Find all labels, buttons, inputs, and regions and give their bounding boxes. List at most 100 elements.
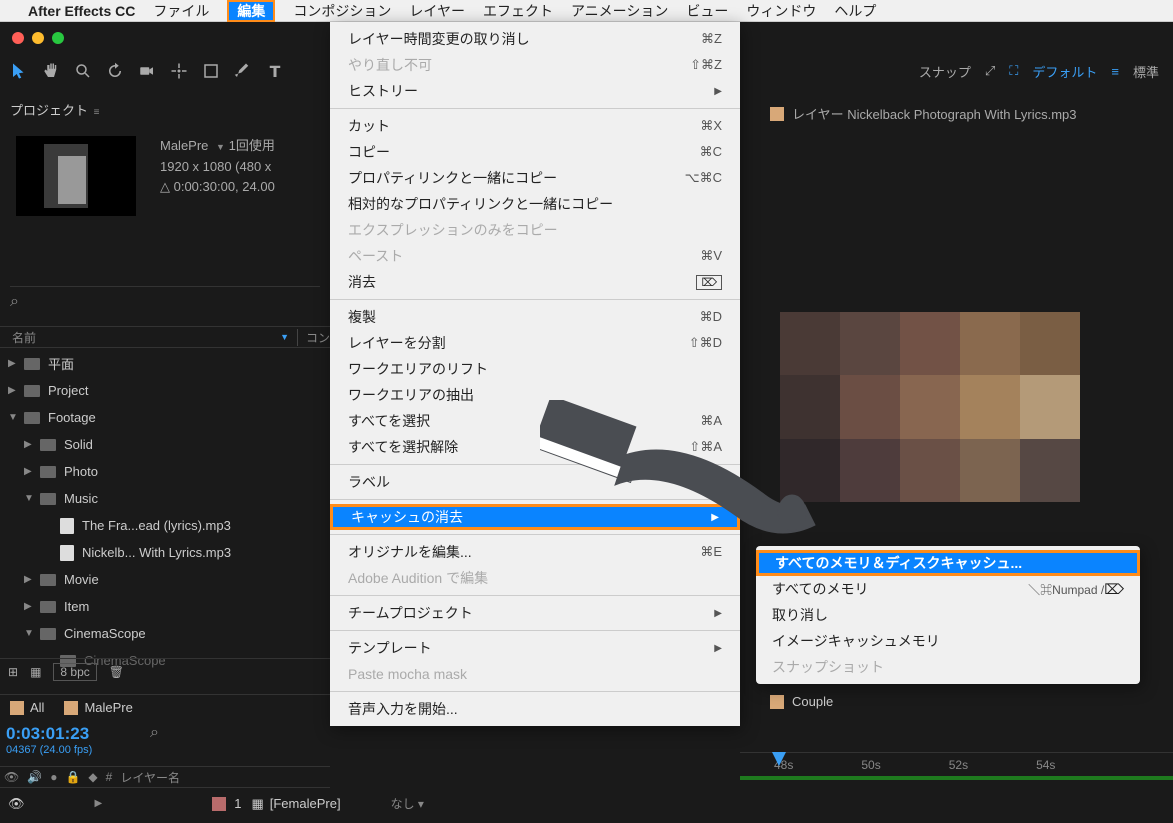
folder-item[interactable]: ▶Solid [0, 431, 330, 458]
menu-item[interactable]: ワークエリアの抽出 [330, 382, 740, 408]
folder-item[interactable]: ▼Footage [0, 404, 330, 431]
submenu-item[interactable]: すべてのメモリ＆ディスクキャッシュ... [756, 550, 1140, 576]
folder-item[interactable]: ▶Item [0, 593, 330, 620]
rotation-tool-icon[interactable] [106, 62, 124, 80]
menu-window[interactable]: ウィンドウ [746, 1, 816, 21]
folder-item[interactable]: ▶Photo [0, 458, 330, 485]
menu-item[interactable]: すべてを選択⌘A [330, 408, 740, 434]
panel-menu-icon[interactable]: ≡ [94, 107, 100, 118]
shape-tool-icon[interactable] [202, 62, 220, 80]
bit-depth[interactable]: 8 bpc [53, 663, 96, 681]
folder-item[interactable]: ▼CinemaScope [0, 620, 330, 647]
menu-item[interactable]: ヒストリー [330, 78, 740, 104]
menu-item[interactable]: オリジナルを編集...⌘E [330, 539, 740, 565]
menu-item[interactable]: カット⌘X [330, 113, 740, 139]
hand-tool-icon[interactable] [42, 62, 60, 80]
timeline-ruler[interactable]: 48s 50s 52s 54s [740, 752, 1173, 776]
submenu-item[interactable]: イメージキャッシュメモリ [756, 628, 1140, 654]
disclosure-icon[interactable]: ▶ [24, 601, 34, 612]
menu-help[interactable]: ヘルプ [834, 1, 876, 21]
menu-effect[interactable]: エフェクト [483, 1, 553, 21]
submenu-item[interactable]: 取り消し [756, 602, 1140, 628]
layer-viewer-tab[interactable]: レイヤー Nickelback Photograph With Lyrics.m… [770, 104, 1077, 123]
current-time[interactable]: 0:03:01:23 [6, 724, 92, 744]
menu-edit[interactable]: 編集 [227, 0, 275, 22]
submenu-item[interactable]: すべてのメモリ＼⌘Numpad /⌦ [756, 576, 1140, 602]
visibility-column-icon[interactable] [4, 770, 19, 784]
disclosure-icon[interactable]: ▼ [8, 412, 18, 423]
project-panel-tab[interactable]: プロジェクト ≡ [10, 100, 99, 119]
file-item[interactable]: The Fra...ead (lyrics).mp3 [0, 512, 330, 539]
layer-row-1[interactable]: 👁 ▶ 1 ▦ [FemalePre] なし ▾ [0, 790, 760, 817]
project-search[interactable] [10, 286, 320, 314]
layer-visibility-icon[interactable]: 👁 [8, 796, 25, 812]
snap-icon[interactable]: ⤢ [985, 63, 995, 79]
blend-mode[interactable]: なし ▾ [391, 795, 424, 812]
zoom-button[interactable] [52, 32, 64, 44]
column-comment[interactable]: コン [297, 329, 330, 346]
disclosure-icon[interactable]: ▶ [24, 439, 34, 450]
disclosure-icon[interactable]: ▼ [24, 493, 34, 504]
workspace-selector[interactable]: デフォルト [1032, 62, 1097, 81]
tab-malepre[interactable]: MalePre [54, 700, 142, 715]
label-column-icon[interactable]: ◆ [88, 770, 97, 784]
disclosure-icon[interactable]: ▼ [24, 628, 34, 639]
disclosure-icon[interactable]: ▶ [8, 385, 18, 396]
anchor-tool-icon[interactable] [170, 62, 188, 80]
menu-item[interactable]: 相対的なプロパティリンクと一緒にコピー [330, 191, 740, 217]
type-tool-icon[interactable] [266, 62, 284, 80]
minimize-button[interactable] [32, 32, 44, 44]
file-item[interactable]: Nickelb... With Lyrics.mp3 [0, 539, 330, 566]
dropdown-icon[interactable]: ▼ [216, 142, 225, 152]
menu-item[interactable]: キャッシュの消去 [330, 504, 740, 530]
menu-view[interactable]: ビュー [686, 1, 728, 21]
disclosure-icon[interactable]: ▶ [95, 798, 103, 809]
pen-tool-icon[interactable] [234, 62, 252, 80]
snap-label[interactable]: スナップ [919, 62, 971, 81]
tab-all[interactable]: All [0, 700, 54, 715]
layer-label-swatch[interactable] [212, 797, 226, 811]
interpret-footage-icon[interactable]: ⊞ [8, 665, 18, 679]
workspace-menu-icon[interactable]: ≡ [1111, 64, 1119, 79]
menu-item[interactable]: レイヤーを分割⇧⌘D [330, 330, 740, 356]
audio-column-icon[interactable]: 🔊 [27, 770, 42, 784]
folder-item[interactable]: ▶Movie [0, 566, 330, 593]
mode-selector[interactable]: 標準 [1133, 62, 1159, 81]
folder-item[interactable]: ▶Project [0, 377, 330, 404]
sort-icon[interactable]: ▼ [280, 332, 289, 342]
menu-animation[interactable]: アニメーション [571, 1, 668, 21]
menu-item[interactable]: コピー⌘C [330, 139, 740, 165]
menu-item[interactable]: プロパティリンクと一緒にコピー⌥⌘C [330, 165, 740, 191]
zoom-tool-icon[interactable] [74, 62, 92, 80]
app-name[interactable]: After Effects CC [28, 3, 135, 19]
column-name[interactable]: 名前 [0, 329, 280, 346]
layer-name[interactable]: [FemalePre] [270, 796, 341, 811]
menu-item[interactable]: テンプレート [330, 635, 740, 661]
menu-layer[interactable]: レイヤー [409, 1, 465, 21]
menu-item[interactable]: レイヤー時間変更の取り消し⌘Z [330, 26, 740, 52]
menu-item[interactable]: ラベル [330, 469, 740, 495]
menu-item[interactable]: チームプロジェクト [330, 600, 740, 626]
folder-item[interactable]: ▶平面 [0, 350, 330, 377]
new-comp-icon[interactable]: ▦ [30, 665, 41, 679]
preview-viewer[interactable] [780, 312, 1080, 502]
menu-item[interactable]: ワークエリアのリフト [330, 356, 740, 382]
menu-item[interactable]: 音声入力を開始... [330, 696, 740, 722]
menu-item[interactable]: 消去⌦ [330, 269, 740, 295]
selection-tool-icon[interactable] [10, 62, 28, 80]
disclosure-icon[interactable]: ▶ [24, 574, 34, 585]
close-button[interactable] [12, 32, 24, 44]
disclosure-icon[interactable]: ▶ [8, 358, 18, 369]
disclosure-icon[interactable]: ▶ [24, 466, 34, 477]
trash-icon[interactable]: 🗑 [109, 665, 124, 679]
snap-bounds-icon[interactable]: ⛶ [1009, 63, 1018, 79]
camera-tool-icon[interactable] [138, 62, 156, 80]
menu-item[interactable]: 複製⌘D [330, 304, 740, 330]
lock-column-icon[interactable]: 🔒 [65, 770, 80, 784]
timeline-tab-couple[interactable]: Couple [770, 694, 833, 709]
folder-item[interactable]: ▼Music [0, 485, 330, 512]
timecode-display[interactable]: 0:03:01:23 04367 (24.00 fps) [6, 724, 92, 756]
timeline-search[interactable] [150, 724, 163, 742]
menu-file[interactable]: ファイル [153, 1, 209, 21]
menu-composition[interactable]: コンポジション [293, 1, 391, 21]
